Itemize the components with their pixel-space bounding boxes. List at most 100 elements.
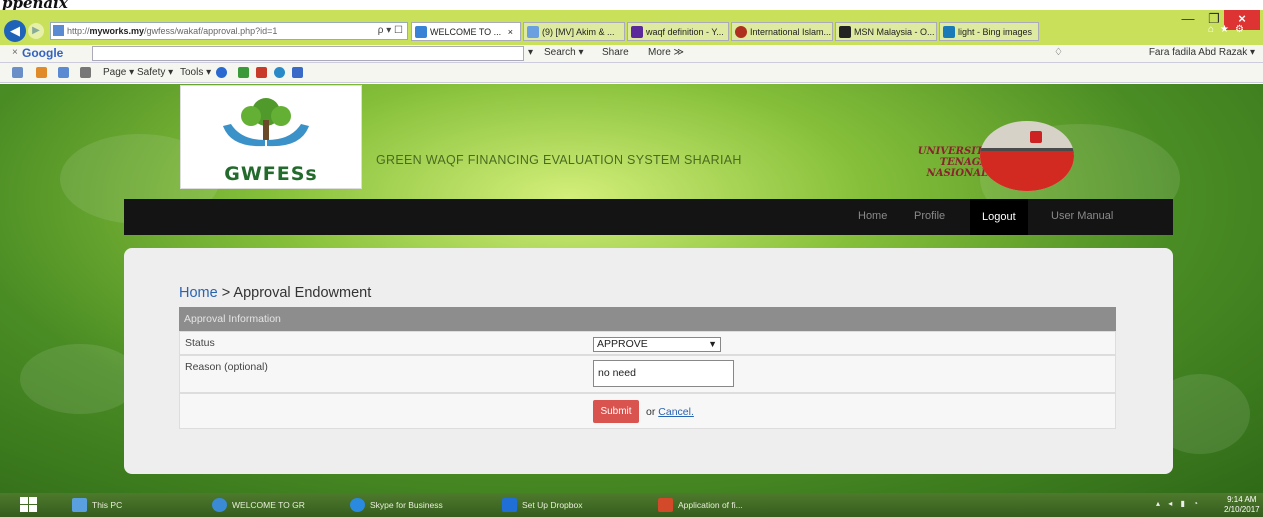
reason-label: Reason (optional) [185, 361, 268, 373]
help-icon[interactable] [216, 67, 227, 78]
table-row-actions: Submit or Cancel. [179, 393, 1116, 429]
breadcrumb-separator: > [217, 285, 234, 301]
bell-icon[interactable]: ♢ [1054, 47, 1063, 58]
taskbar-label: Application of fi... [678, 500, 743, 510]
tab-favicon-icon [735, 26, 747, 38]
google-logo: Google [22, 46, 64, 60]
bing-icon [943, 26, 955, 38]
browser-toolbar-icons[interactable]: ⌂★⚙ [1208, 24, 1250, 35]
content-panel: Home > Approval Endowment Approval Infor… [124, 248, 1173, 474]
google-toolbar: × Google ▾ Search ▾ Share More ≫ ♢ Fara … [0, 45, 1263, 63]
tab-label: (9) [MV] Akim & ... [542, 27, 615, 37]
tab-international-islam[interactable]: International Islam... [731, 22, 833, 41]
university-line: UNIVERSITI [917, 146, 988, 157]
tab-akim[interactable]: (9) [MV] Akim & ... [523, 22, 625, 41]
tree-hands-logo-icon [223, 98, 309, 147]
yahoo-icon [631, 26, 643, 38]
taskbar-item-dropbox[interactable]: Set Up Dropbox [500, 496, 630, 514]
print-icon[interactable] [80, 67, 91, 78]
breadcrumb-home-link[interactable]: Home [179, 285, 218, 301]
tools-menu[interactable]: Tools ▾ [180, 67, 211, 78]
status-select[interactable]: APPROVE ▼ [593, 337, 721, 352]
nav-logout[interactable]: Logout [970, 199, 1028, 235]
taskbar-item-this-pc[interactable]: This PC [70, 496, 160, 514]
table-row-reason: Reason (optional) no need [179, 355, 1116, 393]
address-prefix: http:// [67, 26, 90, 36]
page-favicon-icon [53, 25, 64, 36]
ie-icon [212, 498, 227, 512]
msn-icon [839, 26, 851, 38]
taskbar-label: Skype for Business [370, 500, 443, 510]
user-account[interactable]: Fara fadila Abd Razak ▾ [1149, 47, 1255, 58]
addon-icon-3[interactable] [274, 67, 285, 78]
tab-welcome[interactable]: WELCOME TO ... × [411, 22, 521, 41]
tab-label: light - Bing images [958, 27, 1033, 37]
taskbar-item-skype[interactable]: Skype for Business [348, 496, 488, 514]
minimize-icon[interactable]: — [1174, 10, 1202, 30]
safety-menu[interactable]: Safety ▾ [137, 67, 173, 78]
address-host: myworks.my [89, 26, 145, 36]
status-label: Status [185, 337, 215, 349]
nav-home[interactable]: Home [858, 210, 887, 222]
taskbar-item-ie[interactable]: WELCOME TO GR... [210, 496, 305, 514]
submit-button[interactable]: Submit [593, 400, 639, 423]
breadcrumb-current: Approval Endowment [233, 285, 372, 301]
site-logo[interactable]: GWFESs [180, 85, 362, 189]
addon-icon-2[interactable] [256, 67, 267, 78]
ie-tab-icon [415, 26, 427, 38]
dropbox-icon [502, 498, 517, 512]
nav-user-manual[interactable]: User Manual [1051, 210, 1113, 222]
taskbar-item-powerpoint[interactable]: Application of fi... [656, 496, 781, 514]
university-line: TENAGA [939, 157, 988, 168]
system-tray-icons[interactable]: ▴ ◂ ▮ ◔ [1156, 499, 1201, 508]
table-row-status: Status APPROVE ▼ [179, 331, 1116, 355]
taskbar-clock[interactable]: 9:14 AM 2/10/2017 [1224, 495, 1260, 515]
chevron-down-icon: ▼ [708, 339, 717, 349]
addon-icon[interactable] [238, 67, 249, 78]
powerpoint-icon [658, 498, 673, 512]
tab-label: MSN Malaysia - O... [854, 27, 935, 37]
share-button[interactable]: Share [602, 47, 629, 58]
address-bar[interactable]: http://myworks.my/gwfess/wakaf/approval.… [50, 22, 408, 40]
tab-bing[interactable]: light - Bing images [939, 22, 1039, 41]
system-name: GREEN WAQF FINANCING EVALUATION SYSTEM S… [376, 153, 742, 167]
tab-label: waqf definition - Y... [646, 27, 724, 37]
mail-icon[interactable] [58, 67, 69, 78]
google-search-button[interactable]: Search ▾ [544, 47, 583, 58]
clock-date: 2/10/2017 [1224, 505, 1260, 514]
google-search-input[interactable] [92, 46, 524, 61]
logo-text: GWFESs [224, 163, 318, 185]
feeds-icon[interactable] [36, 67, 47, 78]
addon-icon-4[interactable] [292, 67, 303, 78]
tab-msn[interactable]: MSN Malaysia - O... [835, 22, 937, 41]
page-menu[interactable]: Page ▾ [103, 67, 134, 78]
university-name: UNIVERSITI TENAGA NASIONAL [888, 146, 988, 179]
windows-start-icon[interactable] [20, 497, 38, 513]
windows-taskbar: This PC WELCOME TO GR... Skype for Busin… [0, 493, 1263, 517]
cancel-text: or Cancel. [646, 406, 694, 418]
tab-label: WELCOME TO ... [430, 27, 502, 37]
document-caption-fragment: ppenaix [0, 0, 1263, 12]
tab-close-icon[interactable]: × [508, 27, 513, 37]
dropdown-icon[interactable]: ▾ [528, 47, 533, 58]
address-path: /gwfess/wakaf/approval.php?id=1 [144, 26, 278, 36]
nav-profile[interactable]: Profile [914, 210, 945, 222]
taskbar-label: Set Up Dropbox [522, 500, 583, 510]
skype-icon [350, 498, 365, 512]
more-button[interactable]: More ≫ [648, 47, 684, 58]
tab-label: International Islam... [750, 27, 832, 37]
back-arrow-icon[interactable]: ◀ [4, 20, 26, 42]
reason-input[interactable]: no need [593, 360, 734, 387]
or-text: or [646, 406, 659, 418]
home-icon[interactable] [12, 67, 23, 78]
address-actions[interactable]: ρ ▾ ☐ [378, 23, 403, 39]
forward-arrow-icon[interactable]: ▶ [28, 23, 44, 39]
close-toolbar-icon[interactable]: × [12, 47, 18, 58]
table-header: Approval Information [179, 307, 1116, 331]
tab-favicon-icon [527, 26, 539, 38]
cancel-link[interactable]: Cancel. [658, 406, 694, 418]
clock-time: 9:14 AM [1227, 495, 1257, 504]
this-pc-icon [72, 498, 87, 512]
university-emblem-icon [980, 121, 1074, 191]
tab-waqf-definition[interactable]: waqf definition - Y... [627, 22, 729, 41]
